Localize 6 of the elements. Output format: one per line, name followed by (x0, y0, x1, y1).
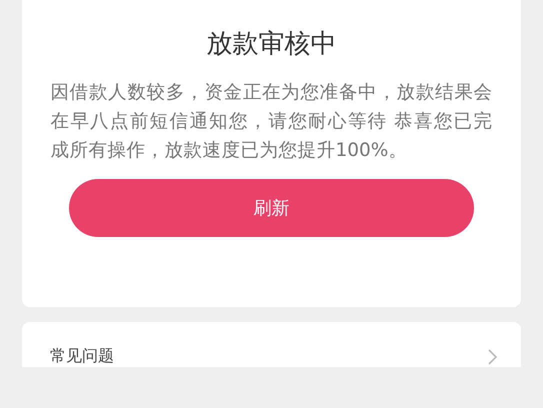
status-description: 因借款人数较多，资金正在为您准备中，放款结果会在早八点前短信通知您，请您耐心等待 恭喜您已完成所有操作，放款速度已为您提升100%。 (50, 81, 492, 163)
refresh-button[interactable]: 刷新 (69, 179, 474, 237)
chevron-right-icon (487, 348, 497, 364)
status-title: 放款审核中 (206, 28, 336, 61)
faq-label: 常见问题 (50, 346, 114, 367)
faq-card[interactable]: 常见问题 (22, 322, 521, 367)
